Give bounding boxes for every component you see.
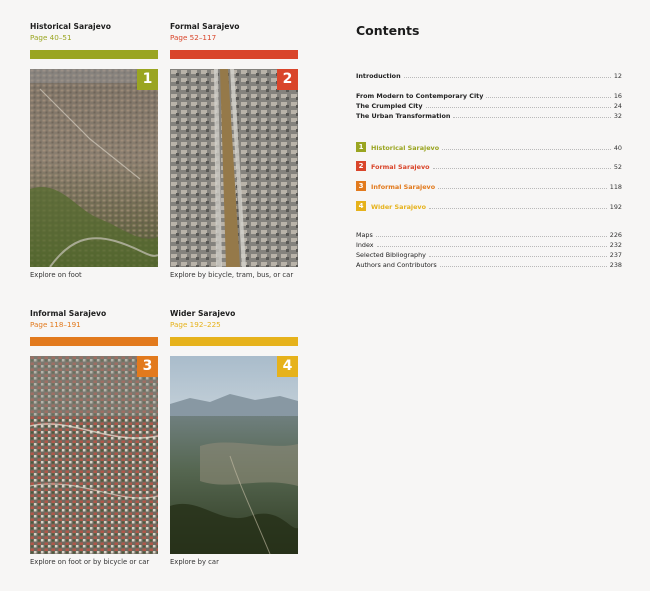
toc-page: 16: [614, 92, 622, 100]
aerial-photo-formal-image: [170, 69, 298, 267]
toc-label: Historical Sarajevo: [371, 144, 439, 152]
section-card-informal: Informal Sarajevo Page 118–191 3 Explore…: [30, 309, 158, 571]
card-pages: Page 192–225: [170, 320, 298, 330]
toc-label: Authors and Contributors: [356, 261, 437, 269]
toc-page: 238: [610, 261, 622, 269]
toc-leader-dots: [376, 236, 607, 237]
toc-label: Index: [356, 241, 374, 249]
card-pages: Page 118–191: [30, 320, 158, 330]
aerial-photo-wider-image: [170, 356, 298, 554]
toc-label: Wider Sarajevo: [371, 203, 426, 211]
card-title: Formal Sarajevo: [170, 22, 298, 32]
toc-entry-essay[interactable]: The Crumpled City 24: [356, 101, 622, 110]
aerial-photo-historical: 1: [30, 69, 158, 267]
card-color-bar: [170, 50, 298, 59]
toc-entry-section-historical[interactable]: 1 Historical Sarajevo 40: [356, 141, 622, 152]
toc-leader-dots: [438, 188, 607, 189]
toc-leader-dots: [433, 168, 611, 169]
card-pages: Page 40–51: [30, 33, 158, 43]
toc-page: 232: [610, 241, 622, 249]
card-title: Historical Sarajevo: [30, 22, 158, 32]
toc-leader-dots: [442, 149, 611, 150]
toc-leader-dots: [429, 208, 607, 209]
section-number-badge: 1: [137, 69, 158, 90]
toc-leader-dots: [404, 77, 611, 78]
aerial-photo-informal-image: [30, 356, 158, 554]
toc-entry-essay[interactable]: From Modern to Contemporary City 16: [356, 91, 622, 100]
toc-entry-appendix[interactable]: Maps 226: [356, 230, 622, 239]
section-card-wider: Wider Sarajevo Page 192–225: [170, 309, 298, 571]
section-card-formal: Formal Sarajevo Page 52–117 2 Explore by…: [170, 22, 298, 284]
toc-leader-dots: [429, 256, 607, 257]
contents-heading: Contents: [356, 23, 419, 38]
toc-entry-section-formal[interactable]: 2 Formal Sarajevo 52: [356, 160, 622, 171]
toc-page: 24: [614, 102, 622, 110]
toc-label: Informal Sarajevo: [371, 183, 435, 191]
card-title: Wider Sarajevo: [170, 309, 298, 319]
toc-page: 52: [614, 163, 622, 171]
toc-page: 237: [610, 251, 622, 259]
toc-leader-dots: [377, 246, 607, 247]
aerial-photo-informal: 3: [30, 356, 158, 554]
toc-page: 32: [614, 112, 622, 120]
toc-label: From Modern to Contemporary City: [356, 92, 483, 100]
aerial-photo-historical-image: [30, 69, 158, 267]
toc-leader-dots: [426, 107, 611, 108]
toc-label: Introduction: [356, 72, 401, 80]
card-color-bar: [30, 50, 158, 59]
section-card-historical: Historical Sarajevo Page 40–51: [30, 22, 158, 284]
aerial-photo-formal: 2: [170, 69, 298, 267]
toc-entry-introduction[interactable]: Introduction 12: [356, 71, 622, 80]
card-caption: Explore on foot or by bicycle or car: [30, 558, 149, 567]
toc-leader-dots: [453, 117, 610, 118]
section-number-badge: 3: [137, 356, 158, 377]
card-color-bar: [170, 337, 298, 346]
card-title: Informal Sarajevo: [30, 309, 158, 319]
toc-page: 40: [614, 144, 622, 152]
card-color-bar: [30, 337, 158, 346]
toc-page: 12: [614, 72, 622, 80]
toc-label: The Crumpled City: [356, 102, 423, 110]
card-caption: Explore by car: [170, 558, 219, 567]
toc-entry-appendix[interactable]: Authors and Contributors 238: [356, 260, 622, 269]
toc-entry-appendix[interactable]: Index 232: [356, 240, 622, 249]
card-pages: Page 52–117: [170, 33, 298, 43]
toc-section-number-badge: 4: [356, 201, 366, 211]
toc-label: The Urban Transformation: [356, 112, 450, 120]
card-caption: Explore on foot: [30, 271, 82, 280]
toc-page: 192: [610, 203, 622, 211]
toc-entry-essay[interactable]: The Urban Transformation 32: [356, 111, 622, 120]
toc-label: Selected Bibliography: [356, 251, 426, 259]
toc-page: 226: [610, 231, 622, 239]
section-number-badge: 2: [277, 69, 298, 90]
toc-entry-section-informal[interactable]: 3 Informal Sarajevo 118: [356, 180, 622, 191]
toc-section-number-badge: 1: [356, 142, 366, 152]
aerial-photo-wider: 4: [170, 356, 298, 554]
toc-section-number-badge: 3: [356, 181, 366, 191]
toc-leader-dots: [440, 266, 607, 267]
toc-leader-dots: [486, 97, 610, 98]
toc-section-number-badge: 2: [356, 161, 366, 171]
toc-entry-section-wider[interactable]: 4 Wider Sarajevo 192: [356, 200, 622, 211]
toc-label: Maps: [356, 231, 373, 239]
card-caption: Explore by bicycle, tram, bus, or car: [170, 271, 293, 280]
toc-page: 118: [610, 183, 622, 191]
section-number-badge: 4: [277, 356, 298, 377]
toc-label: Formal Sarajevo: [371, 163, 430, 171]
toc-entry-appendix[interactable]: Selected Bibliography 237: [356, 250, 622, 259]
